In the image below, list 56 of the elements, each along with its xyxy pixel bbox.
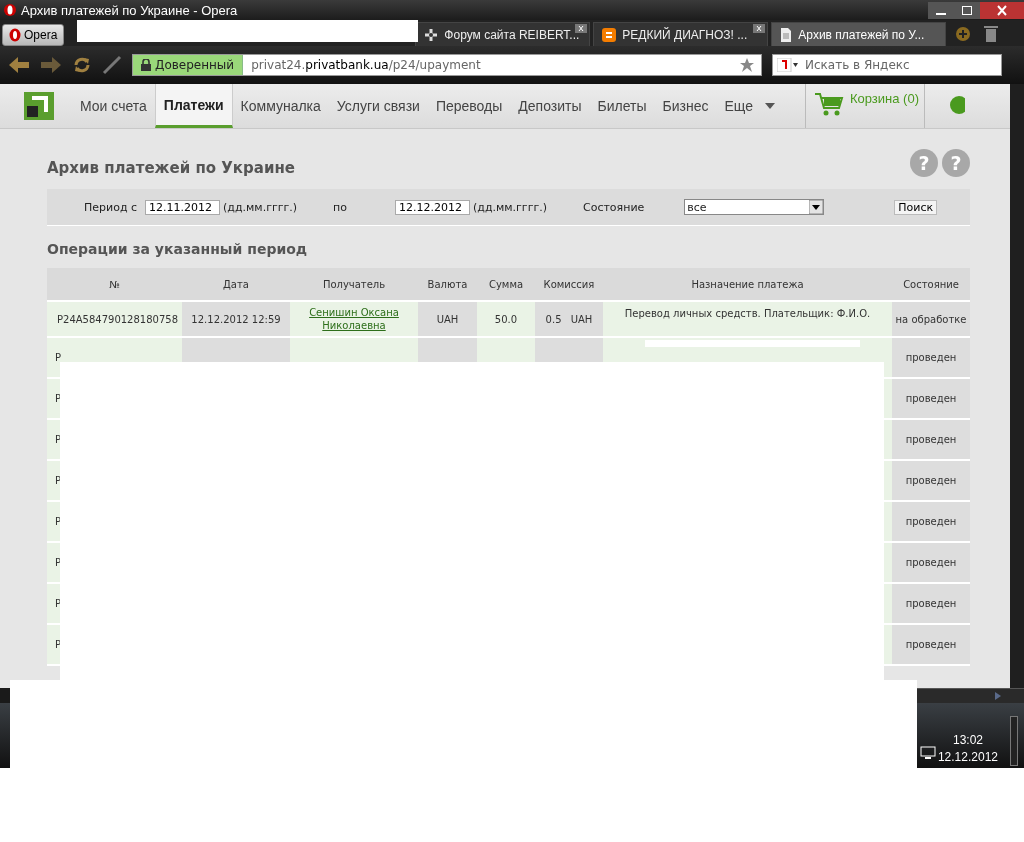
- nav-tab[interactable]: Платежи: [154, 84, 233, 128]
- table-cell-text: проведен: [905, 516, 957, 527]
- search-button[interactable]: Поиск: [894, 199, 938, 215]
- format-hint: (дд.мм.гггг.): [473, 200, 547, 214]
- table-cell-text: проведен: [905, 434, 957, 445]
- format-hint: (дд.мм.гггг.): [223, 200, 298, 214]
- nav-tab[interactable]: Мои счета: [72, 84, 155, 128]
- address-field[interactable]: Доверенный privat24.privatbank.ua/p24/upayment: [132, 54, 762, 76]
- menu-button[interactable]: Opera: [2, 24, 65, 46]
- table-cell-text: P24A584790128180758: [57, 313, 178, 325]
- commission-currency: UAH: [570, 313, 593, 325]
- table-cell-text: проведен: [905, 557, 957, 568]
- section-title: Операции за указанный период: [47, 241, 309, 257]
- column-header: Валюта: [418, 268, 477, 301]
- column-header: №: [47, 268, 182, 301]
- browser-tab[interactable]: РЕДКИЙ ДИАГНОЗ! ...: [593, 22, 769, 46]
- badge-label: Доверенный: [155, 58, 235, 72]
- window-title: Архив платежей по Украине - Opera: [21, 2, 238, 18]
- date-field[interactable]: 12.11.2012: [145, 199, 221, 215]
- table-cell-text: проведен: [905, 639, 957, 650]
- date-field[interactable]: 12.12.2012: [395, 199, 470, 215]
- column-header: Получатель: [290, 268, 418, 301]
- nav-tab[interactable]: Бизнес: [654, 84, 717, 128]
- nav-tab[interactable]: Услуги связи: [328, 84, 428, 128]
- filter-label: по: [333, 200, 347, 214]
- commission-value: 0.5: [545, 313, 562, 325]
- nav-tab[interactable]: Билеты: [589, 84, 655, 128]
- table-cell-text: проведен: [905, 598, 957, 609]
- column-header: Комиссия: [535, 268, 603, 301]
- table-cell-text: на обработке: [895, 313, 967, 325]
- table-cell-text: Перевод личных средств. Плательщик: Ф.И.О.: [624, 308, 871, 319]
- table-cell-text: P: [55, 352, 62, 363]
- browser-tab[interactable]: Форум сайта REIBERT...: [415, 22, 591, 46]
- table-cell-text: 50.0: [494, 313, 518, 325]
- nav-tab[interactable]: Депозиты: [510, 84, 590, 128]
- nav-tab[interactable]: Коммуналка: [232, 84, 329, 128]
- column-header: Назначение платежа: [603, 268, 892, 301]
- browser-tab[interactable]: Архив платежей по У...: [771, 22, 947, 46]
- nav-tab[interactable]: Еще: [716, 84, 761, 128]
- table-cell-text: проведен: [905, 352, 957, 363]
- table-cell-text: проведен: [905, 393, 957, 404]
- search-box[interactable]: Искать в Яндекс: [772, 54, 1002, 76]
- status-select[interactable]: все: [684, 199, 825, 215]
- url-text: privat24.privatbank.ua/p24/upayment: [250, 58, 482, 72]
- table-cell-text: проведен: [905, 475, 957, 486]
- table-cell-text: UAH: [436, 313, 459, 325]
- table-cell-text: 12.12.2012 12:59: [191, 313, 281, 325]
- filter-label: Период с: [84, 200, 138, 214]
- filter-label: Состояние: [583, 200, 645, 214]
- page-title: Архив платежей по Украине: [47, 159, 295, 177]
- column-header: Состояние: [892, 268, 970, 301]
- column-header: Сумма: [477, 268, 535, 301]
- clock-time: 13:02: [951, 732, 984, 749]
- nav-tab[interactable]: Переводы: [427, 84, 511, 128]
- column-header: Дата: [182, 268, 290, 301]
- clock-date: 12.12.2012: [937, 749, 998, 766]
